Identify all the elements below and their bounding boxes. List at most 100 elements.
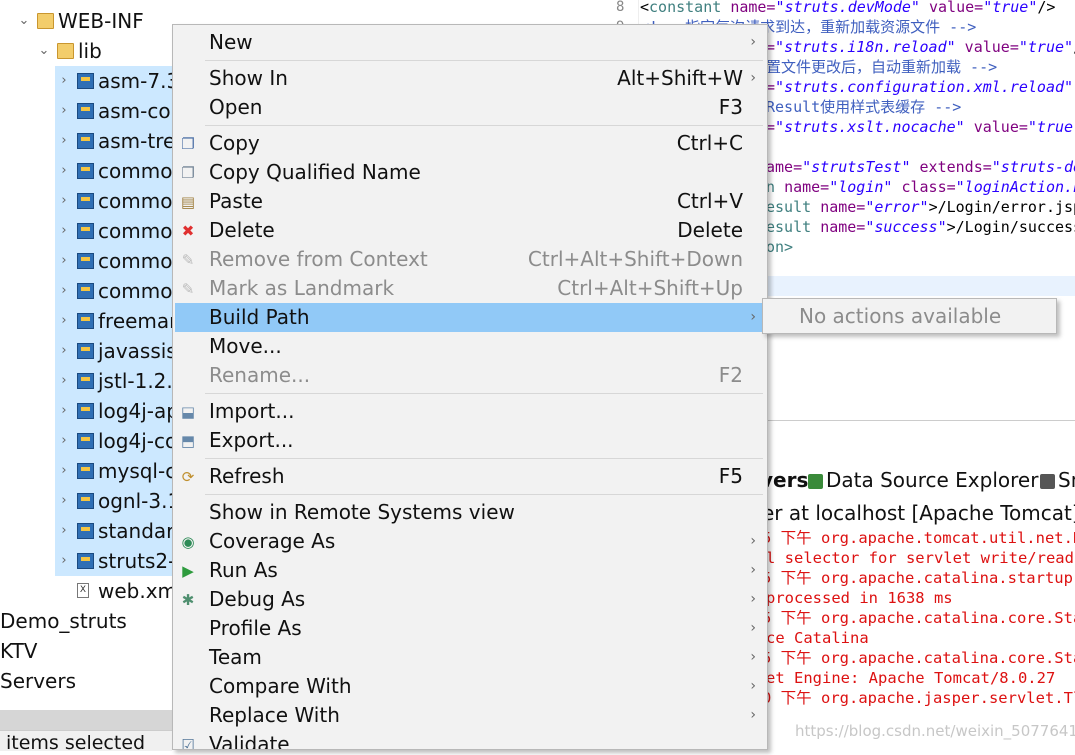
- explorer-horizontal-scrollbar[interactable]: [0, 710, 172, 730]
- tree-item[interactable]: › commons: [55, 246, 172, 276]
- console-line: 0 下午 org.apache.jasper.servlet.Tld: [762, 689, 1075, 707]
- chevron-right-icon[interactable]: ›: [58, 126, 70, 156]
- chevron-right-icon: ›: [750, 620, 756, 636]
- console-tab[interactable]: Data Source Explorer: [808, 464, 1038, 496]
- code-token: name=: [730, 0, 776, 16]
- tree-item[interactable]: › asm-comm: [55, 96, 172, 126]
- tree-item[interactable]: Servers: [0, 666, 172, 696]
- tree-item[interactable]: ⌄ lib: [0, 36, 172, 66]
- tree-item[interactable]: › commons: [55, 156, 172, 186]
- validate-icon: ☑: [181, 736, 195, 750]
- chevron-right-icon[interactable]: ›: [58, 546, 70, 576]
- code-text: ="struts.i18n.reload" value="true"/: [766, 37, 1075, 57]
- chevron-right-icon[interactable]: ›: [58, 186, 70, 216]
- menu-item-validate[interactable]: ☑ Validate: [175, 730, 765, 750]
- code-token: <: [640, 0, 650, 16]
- chevron-right-icon[interactable]: ›: [58, 306, 70, 336]
- tree-item[interactable]: › log4j-api-: [55, 396, 172, 426]
- tree-item[interactable]: › commons: [55, 216, 172, 246]
- code-token: esult: [766, 218, 821, 236]
- tree-item[interactable]: › jstl-1.2.jar: [55, 366, 172, 396]
- chevron-right-icon[interactable]: ›: [58, 276, 70, 306]
- tree-item-label: commons: [98, 219, 172, 243]
- code-token: ame=: [766, 158, 803, 176]
- menu-item-build-path[interactable]: Build Path ›: [175, 303, 765, 332]
- chevron-down-icon[interactable]: ⌄: [38, 36, 50, 66]
- tree-item[interactable]: › mysql-cor: [55, 456, 172, 486]
- code-token: constant: [649, 0, 731, 16]
- menu-item-team[interactable]: Team ›: [175, 643, 765, 672]
- menu-item-label: Validate: [209, 732, 290, 750]
- menu-item-show-in-remote-systems-view[interactable]: Show in Remote Systems view: [175, 498, 765, 527]
- menu-item-run-as[interactable]: ▶ Run As ›: [175, 556, 765, 585]
- chevron-right-icon[interactable]: ›: [58, 156, 70, 186]
- menu-item-import[interactable]: ⬓ Import...: [175, 397, 765, 426]
- chevron-right-icon[interactable]: ›: [58, 66, 70, 96]
- tree-item[interactable]: › log4j-core: [55, 426, 172, 456]
- menu-item-export[interactable]: ⬒ Export...: [175, 426, 765, 455]
- menu-item-profile-as[interactable]: Profile As ›: [175, 614, 765, 643]
- tree-item[interactable]: › commons: [55, 186, 172, 216]
- menu-item-copy-qualified-name[interactable]: ❐ Copy Qualified Name: [175, 158, 765, 187]
- console-tab[interactable]: Sn: [1040, 464, 1075, 496]
- tree-item[interactable]: › ognl-3.1.2: [55, 486, 172, 516]
- menu-item-refresh[interactable]: ⟳ Refresh F5: [175, 462, 765, 491]
- folder-icon: [37, 13, 54, 29]
- chevron-right-icon[interactable]: ›: [58, 486, 70, 516]
- tree-item-label: javassist-3: [98, 339, 172, 363]
- menu-item-show-in[interactable]: Show In Alt+Shift+W ›: [175, 64, 765, 93]
- code-token: "loginAction.L: [955, 178, 1075, 196]
- code-token: "struts.configuration.xml.reload": [775, 78, 1074, 96]
- chevron-right-icon[interactable]: ›: [58, 96, 70, 126]
- tree-item-label: log4j-api-: [98, 399, 172, 423]
- menu-item-label: Import...: [209, 399, 295, 423]
- tree-item[interactable]: › struts2-co: [55, 546, 172, 576]
- code-text: 置文件更改后，自动重新加载 -->: [766, 57, 997, 77]
- chevron-right-icon: ›: [750, 562, 756, 578]
- tree-item[interactable]: › javassist-3: [55, 336, 172, 366]
- menu-item-replace-with[interactable]: Replace With ›: [175, 701, 765, 730]
- menu-item-new[interactable]: New ›: [175, 28, 765, 57]
- chevron-right-icon[interactable]: ›: [58, 456, 70, 486]
- chevron-right-icon[interactable]: ›: [58, 366, 70, 396]
- tree-item[interactable]: KTV: [0, 636, 172, 666]
- tree-item[interactable]: Xweb.xml: [0, 576, 172, 606]
- tree-item[interactable]: Demo_struts: [0, 606, 172, 636]
- code-token: "true": [1018, 38, 1074, 56]
- menu-item-label: Delete: [209, 218, 275, 242]
- chevron-right-icon[interactable]: ›: [58, 396, 70, 426]
- menu-item-compare-with[interactable]: Compare With ›: [175, 672, 765, 701]
- tree-item[interactable]: › asm-tree-: [55, 126, 172, 156]
- tree-item[interactable]: › standard.j: [55, 516, 172, 546]
- chevron-right-icon[interactable]: ›: [58, 246, 70, 276]
- jar-icon: [77, 553, 94, 569]
- menu-item-copy[interactable]: ❐ Copy Ctrl+C: [175, 129, 765, 158]
- tree-item[interactable]: › commons: [55, 276, 172, 306]
- chevron-right-icon[interactable]: ›: [58, 516, 70, 546]
- jar-icon: [77, 343, 94, 359]
- chevron-right-icon[interactable]: ›: [58, 336, 70, 366]
- jar-icon: [77, 433, 94, 449]
- code-text: n name="login" class="loginAction.L: [766, 177, 1075, 197]
- menu-item-open[interactable]: Open F3: [175, 93, 765, 122]
- menu-item-move[interactable]: Move...: [175, 332, 765, 361]
- code-token: "struts.i18n.reload": [775, 38, 956, 56]
- console-line: ce Catalina: [766, 629, 869, 647]
- tree-item[interactable]: ⌄ WEB-INF: [0, 6, 172, 36]
- tree-item[interactable]: › freemarke: [55, 306, 172, 336]
- coverage-icon: ◉: [181, 533, 195, 551]
- chevron-right-icon[interactable]: ›: [58, 426, 70, 456]
- chevron-down-icon[interactable]: ⌄: [18, 6, 30, 36]
- menu-item-paste[interactable]: ▤ Paste Ctrl+V: [175, 187, 765, 216]
- menu-item-label: Replace With: [209, 703, 340, 727]
- code-token: "true": [1027, 118, 1075, 136]
- run-icon: ▶: [182, 562, 194, 580]
- menu-item-shortcut: Ctrl+Alt+Shift+Down: [527, 247, 743, 271]
- jar-icon: [77, 493, 94, 509]
- menu-item-delete[interactable]: ✖ Delete Delete: [175, 216, 765, 245]
- menu-item-debug-as[interactable]: ✱ Debug As ›: [175, 585, 765, 614]
- menu-item-label: Run As: [209, 558, 278, 582]
- chevron-right-icon[interactable]: ›: [58, 216, 70, 246]
- tree-item[interactable]: › asm-7.3.1: [55, 66, 172, 96]
- menu-item-coverage-as[interactable]: ◉ Coverage As ›: [175, 527, 765, 556]
